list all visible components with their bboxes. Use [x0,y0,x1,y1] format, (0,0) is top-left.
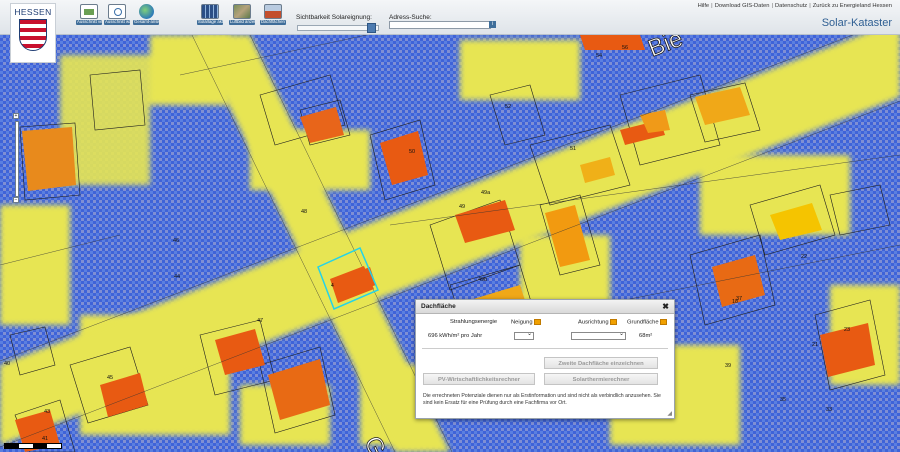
panel-title-bar[interactable]: Dachfläche ✖ [416,300,674,314]
area-header-label: Grundfläche [627,319,659,326]
area-header: Grundfläche [627,319,667,326]
energy-value: 696 kWh/m² pro Jahr [428,333,483,339]
panel-divider [422,348,668,349]
roof-areas-button-label: Dachflächen anzeigen [260,20,286,25]
solar-layer-button[interactable]: Solarlage aktualisieren [197,4,223,32]
slope-header-label: Neigung [511,319,533,326]
top-links: Hilfe | Download GIS-Daten | Datenschutz | Zur… [697,3,892,9]
second-roof-button[interactable]: Zweite Dachfläche einzeichnen [544,357,658,369]
address-search-label: Adress-Suche: [389,14,432,21]
house-number: 56 [622,45,628,51]
house-number: 23 [844,327,850,333]
house-number: 44 [174,274,180,280]
zoom-control: + − [13,113,19,203]
logo-wordmark: HESSEN [14,7,52,17]
app-title: Solar-Kataster [821,17,892,29]
aerial-photo-button-label: Luftbild anzeigen [229,20,255,25]
orientation-info-icon[interactable] [609,319,617,325]
house-number: 48 [301,209,307,215]
area-info-icon[interactable] [659,319,667,325]
roof-icon [264,4,282,19]
select-area-button[interactable]: Ausschnitt wählen [104,4,130,32]
visibility-label: Sichtbarkeit Solareignung: [296,14,372,21]
house-number: 54 [596,53,602,59]
zoom-slider[interactable] [15,121,19,197]
pan-icon [80,4,98,19]
privacy-link[interactable]: Datenschutz [775,3,807,9]
back-to-energieland-link[interactable]: Zurück zu Energieland Hessen [813,3,892,9]
resize-grip-icon[interactable]: ◢ [667,410,672,417]
solar-panel-icon [201,4,219,19]
coat-of-arms-icon [19,19,47,51]
overview-button-label: Gesamt-ansicht [133,20,159,25]
house-number: 18 [732,299,738,305]
aerial-photo-icon [233,4,251,19]
pan-button[interactable]: Ausschnitt verschieben [76,4,102,32]
house-number: 39 [725,363,731,369]
house-number: 35 [780,397,786,403]
orientation-select[interactable] [571,330,626,340]
house-number: 21 [812,342,818,348]
aerial-photo-button[interactable]: Luftbild anzeigen [229,4,255,32]
house-number: 51 [570,146,576,152]
globe-icon [138,4,154,19]
house-number: 33 [826,407,832,413]
house-number: 47 [257,318,263,324]
solarthermal-calculator-button[interactable]: Solarthermierechner [544,373,658,385]
roof-areas-button[interactable]: Dachflächen anzeigen [260,4,286,32]
solar-layer-button-label: Solarlage aktualisieren [197,20,223,25]
overview-button[interactable]: Gesamt-ansicht [133,4,159,32]
download-gis-link[interactable]: Download GIS-Daten [715,3,770,9]
zoom-out-button[interactable]: − [13,197,19,203]
house-number: 46 [173,238,179,244]
energy-header: Strahlungsenergie [450,319,498,325]
pan-button-label: Ausschnitt verschieben [76,20,102,25]
house-number: 43 [44,409,50,415]
select-area-button-label: Ausschnitt wählen [104,20,130,25]
house-number: 49b [478,277,487,283]
slope-info-icon[interactable] [533,319,541,325]
area-value: 68m² [639,333,653,339]
header-bar: Ausschnitt verschieben Ausschnitt wählen… [0,0,900,35]
house-number: 40 [4,361,10,367]
scale-bar [4,443,62,449]
orientation-header-label: Ausrichtung [578,319,609,326]
selected-roof-marker: 4 [331,283,334,289]
house-number: 50 [409,149,415,155]
address-search-button[interactable]: i [489,21,496,28]
house-number: 41 [42,436,48,442]
close-icon[interactable]: ✖ [662,300,669,313]
help-link[interactable]: Hilfe [698,3,710,9]
slope-header: Neigung [511,319,541,326]
house-number: 49 [459,204,465,210]
visibility-slider-handle[interactable] [366,23,376,33]
house-number: 22 [801,254,807,260]
house-number: 49a [481,190,491,196]
pv-calculator-button[interactable]: PV-Wirtschaftlichkeitsrechner [423,373,535,385]
panel-title: Dachfläche [421,303,456,310]
roof-info-panel: Dachfläche ✖ Strahlungsenergie Neigung A… [415,299,675,419]
slope-select[interactable] [514,330,534,340]
zoom-fit-icon [108,4,126,19]
house-number: 45 [107,375,113,381]
orientation-header: Ausrichtung [578,319,617,326]
zoom-in-button[interactable]: + [13,113,19,119]
house-number: 52 [505,104,511,110]
disclaimer-text: Die errechneten Potenziale dienen nur al… [423,393,661,406]
hessen-logo[interactable]: HESSEN [10,3,56,63]
address-search-input[interactable] [389,21,491,29]
